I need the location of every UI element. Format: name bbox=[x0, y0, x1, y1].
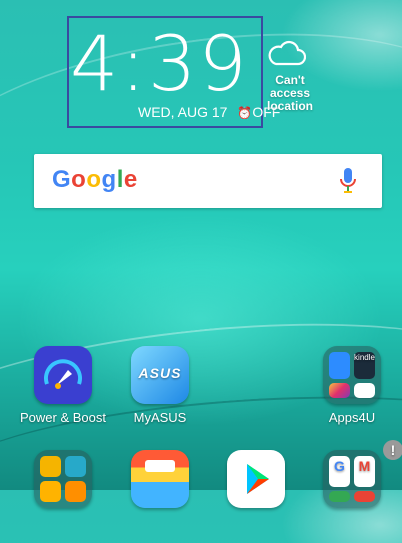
tripadvisor-app-icon bbox=[354, 383, 375, 398]
gmail-app-icon: M bbox=[354, 456, 375, 487]
app-label: Power & Boost bbox=[20, 410, 106, 425]
google-search-bar[interactable]: Google bbox=[34, 154, 382, 208]
app-power-boost[interactable]: Power & Boost bbox=[20, 346, 106, 425]
phone-app-icon bbox=[329, 352, 350, 379]
google-app-icon: G bbox=[329, 456, 350, 487]
app-folder-google[interactable]: G M ! bbox=[309, 440, 402, 508]
app-myasus[interactable]: ASUS MyASUS bbox=[117, 346, 203, 425]
folder-icon bbox=[34, 450, 92, 508]
weather-message[interactable]: Can't access location bbox=[254, 74, 326, 113]
notification-badge: ! bbox=[383, 440, 402, 460]
theme-paint-icon bbox=[131, 450, 189, 508]
alarm-clock-icon: ⏰ bbox=[237, 106, 253, 120]
myasus-icon-text: ASUS bbox=[138, 365, 182, 381]
play-store-icon bbox=[227, 450, 285, 508]
cloud-icon[interactable] bbox=[266, 40, 306, 68]
instagram-app-icon bbox=[329, 383, 350, 398]
microphone-icon[interactable] bbox=[340, 168, 356, 194]
app-play-store[interactable] bbox=[213, 450, 299, 508]
app-folder-row2-1[interactable] bbox=[20, 450, 106, 508]
app-folder-apps4u[interactable]: kindle Apps4U bbox=[309, 346, 395, 425]
app-label: MyASUS bbox=[133, 410, 187, 425]
clock-time[interactable]: 4:39 bbox=[70, 24, 247, 104]
power-boost-icon bbox=[34, 346, 92, 404]
app-icon bbox=[65, 481, 86, 502]
google-logo: Google bbox=[52, 166, 138, 193]
folder-icon: kindle bbox=[323, 346, 381, 404]
tips-app-icon bbox=[40, 456, 61, 477]
kindle-app-icon: kindle bbox=[354, 352, 375, 379]
app-label: Apps4U bbox=[328, 410, 376, 425]
maps-app-icon bbox=[329, 491, 350, 502]
contacts-app-icon bbox=[65, 456, 86, 477]
myasus-icon: ASUS bbox=[131, 346, 189, 404]
date-text: WED, AUG 17 bbox=[138, 104, 228, 120]
app-themes[interactable] bbox=[117, 450, 203, 508]
folder-icon: G M bbox=[323, 450, 381, 508]
app-icon bbox=[354, 491, 375, 502]
app-icon bbox=[40, 481, 61, 502]
